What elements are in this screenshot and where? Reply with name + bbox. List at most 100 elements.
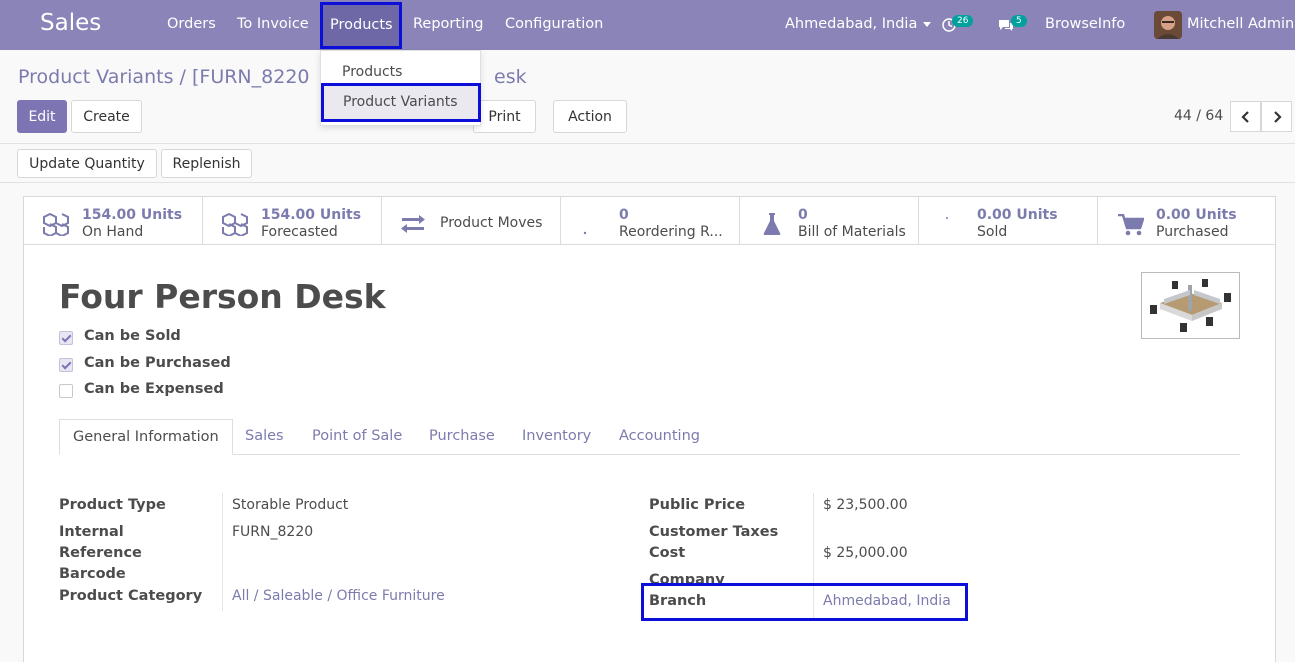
branch-highlight xyxy=(641,583,968,621)
on-hand-label: On Hand xyxy=(82,224,144,240)
toolbar-divider xyxy=(0,143,1295,144)
forecasted-label: Forecasted xyxy=(261,224,338,240)
menu-reporting[interactable]: Reporting xyxy=(413,16,484,32)
reordering-rules-value: 0 xyxy=(619,207,629,223)
forecasted-value: 154.00 Units xyxy=(261,207,362,223)
user-photo-icon xyxy=(1154,11,1182,39)
tab-point-of-sale[interactable]: Point of Sale xyxy=(312,419,402,455)
internal-reference-label-line2: Reference xyxy=(59,545,142,561)
desk-image-icon xyxy=(1142,273,1239,338)
product-type-label: Product Type xyxy=(59,497,166,513)
barcode-label: Barcode xyxy=(59,566,126,582)
edit-button[interactable]: Edit xyxy=(17,100,67,133)
can-be-expensed-checkbox[interactable] xyxy=(59,384,73,398)
left-group-separator xyxy=(222,493,223,611)
menu-orders[interactable]: Orders xyxy=(167,16,216,32)
app-name[interactable]: Sales xyxy=(40,10,101,36)
flask-icon xyxy=(763,213,781,235)
on-hand-value: 154.00 Units xyxy=(82,207,183,223)
bill-of-materials-value: 0 xyxy=(798,207,808,223)
customer-taxes-label: Customer Taxes xyxy=(649,524,779,540)
user-menu[interactable]: Mitchell Admin xyxy=(1187,16,1294,32)
smart-button-product-moves[interactable]: Product Moves xyxy=(382,197,561,244)
internal-reference-field[interactable]: FURN_8220 xyxy=(232,522,313,543)
replenish-button[interactable]: Replenish xyxy=(161,149,252,178)
breadcrumb-separator: / xyxy=(179,66,186,88)
cart-icon xyxy=(1118,214,1144,236)
tab-general-information[interactable]: General Information xyxy=(59,419,233,455)
smart-button-forecasted[interactable]: 154.00 Units Forecasted xyxy=(203,197,382,244)
dropdown-item-products[interactable]: Products xyxy=(342,64,402,80)
statusbar-divider xyxy=(0,182,1295,183)
print-button[interactable]: Print xyxy=(473,100,536,133)
product-type-field[interactable]: Storable Product xyxy=(232,495,348,516)
message-count-badge: 5 xyxy=(1011,15,1027,27)
form-tabs: General Information Sales Point of Sale … xyxy=(59,419,1240,455)
pager-previous[interactable] xyxy=(1230,101,1261,132)
dropdown-item-product-variants[interactable]: Product Variants xyxy=(321,83,481,122)
company-switcher[interactable]: Ahmedabad, India xyxy=(785,16,932,32)
tab-purchase[interactable]: Purchase xyxy=(429,419,495,455)
refresh-icon xyxy=(583,231,587,235)
can-be-sold-label: Can be Sold xyxy=(84,328,181,344)
product-category-label: Product Category xyxy=(59,588,203,604)
cubes-icon xyxy=(222,212,248,236)
browseinfo-link[interactable]: BrowseInfo xyxy=(1045,16,1125,32)
public-price-label: Public Price xyxy=(649,497,746,513)
create-button[interactable]: Create xyxy=(71,100,142,133)
dropdown-item-label: Product Variants xyxy=(343,94,458,110)
smart-button-on-hand[interactable]: 154.00 Units On Hand xyxy=(24,197,203,244)
menu-products-label: Products xyxy=(330,17,393,33)
smart-button-sold[interactable]: 0.00 Units Sold xyxy=(919,197,1098,244)
can-be-purchased-checkbox[interactable] xyxy=(59,358,73,372)
breadcrumb-current: [FURN_8220 xyxy=(191,66,310,88)
form-sheet: 154.00 Units On Hand 154.00 Units Foreca… xyxy=(23,196,1276,662)
menu-products[interactable]: Products xyxy=(320,2,402,49)
sold-label: Sold xyxy=(977,224,1008,240)
activity-count-badge: 26 xyxy=(952,15,974,27)
can-be-purchased-label: Can be Purchased xyxy=(84,355,231,371)
smart-button-bill-of-materials[interactable]: 0 Bill of Materials xyxy=(740,197,919,244)
cost-label: Cost xyxy=(649,545,686,561)
public-price-field[interactable]: $ 23,500.00 xyxy=(823,495,908,516)
pager-value[interactable]: 44 / 64 xyxy=(1174,108,1223,124)
smart-button-bar: 154.00 Units On Hand 154.00 Units Foreca… xyxy=(24,197,1275,245)
tab-inventory[interactable]: Inventory xyxy=(522,419,591,455)
smart-button-reordering-rules[interactable]: 0 Reordering R... xyxy=(561,197,740,244)
update-quantity-button[interactable]: Update Quantity xyxy=(17,149,157,178)
can-be-sold-checkbox[interactable] xyxy=(59,331,73,345)
company-name: Ahmedabad, India xyxy=(785,16,918,32)
cost-field[interactable]: $ 25,000.00 xyxy=(823,543,908,564)
smart-button-purchased[interactable]: 0.00 Units Purchased xyxy=(1098,197,1275,244)
breadcrumb: Product Variants / [FURN_8220 esk xyxy=(18,66,527,88)
chevron-down-icon xyxy=(923,21,932,27)
reordering-rules-label: Reordering R... xyxy=(619,224,723,240)
chevron-right-icon xyxy=(1273,110,1282,123)
purchased-label: Purchased xyxy=(1156,224,1229,240)
product-name[interactable]: Four Person Desk xyxy=(59,277,386,316)
pager-next[interactable] xyxy=(1261,101,1292,132)
product-image[interactable] xyxy=(1141,272,1240,339)
product-moves-label: Product Moves xyxy=(440,215,543,231)
product-category-field[interactable]: All / Saleable / Office Furniture xyxy=(232,586,445,607)
menu-configuration[interactable]: Configuration xyxy=(505,16,603,32)
breadcrumb-current-tail: esk xyxy=(494,66,527,88)
cubes-icon xyxy=(43,212,69,236)
menu-to-invoice[interactable]: To Invoice xyxy=(237,16,309,32)
can-be-expensed-label: Can be Expensed xyxy=(84,381,224,397)
sold-value: 0.00 Units xyxy=(977,207,1058,223)
tab-sales[interactable]: Sales xyxy=(245,419,284,455)
purchased-value: 0.00 Units xyxy=(1156,207,1237,223)
chevron-left-icon xyxy=(1240,110,1249,123)
tab-accounting[interactable]: Accounting xyxy=(619,419,700,455)
internal-reference-label-line1: Internal xyxy=(59,524,124,540)
bill-of-materials-label: Bill of Materials xyxy=(798,224,906,240)
signal-icon xyxy=(946,217,948,219)
top-navbar: Sales Orders To Invoice Products Reporti… xyxy=(0,0,1295,50)
products-dropdown: Products Product Variants xyxy=(320,50,481,126)
company-label: Company xyxy=(649,572,725,583)
exchange-icon xyxy=(401,215,425,233)
avatar[interactable] xyxy=(1154,11,1182,39)
action-button[interactable]: Action xyxy=(553,100,627,133)
breadcrumb-parent[interactable]: Product Variants xyxy=(18,66,173,88)
